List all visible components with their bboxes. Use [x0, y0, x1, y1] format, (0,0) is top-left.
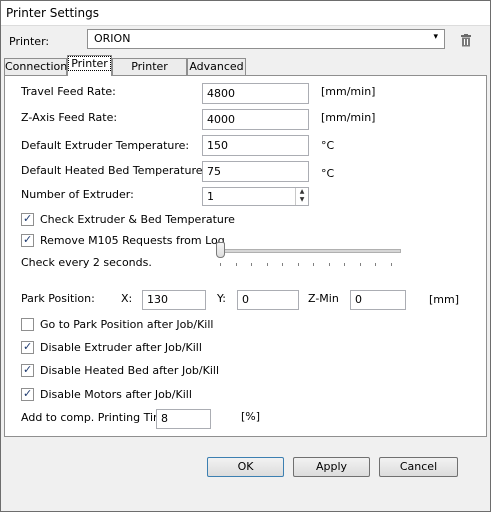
spin-down-icon[interactable]: ▼ [296, 196, 308, 204]
tab-connection[interactable]: Connection [4, 58, 67, 76]
park-after-job-checkbox[interactable] [21, 318, 34, 331]
disable-bed-checkbox[interactable]: ✓ [21, 363, 34, 377]
comp-time-label: Add to comp. Printing Time [21, 411, 171, 424]
disable-extruder-checkbox[interactable]: ✓ [21, 340, 34, 354]
travel-feed-rate-label: Travel Feed Rate: [21, 85, 116, 98]
slider-tick [297, 263, 299, 266]
check-interval-label: Check every 2 seconds. [21, 256, 152, 269]
title-bar: Printer Settings [1, 1, 490, 26]
remove-m105-checkbox[interactable]: ✓ [21, 233, 34, 247]
num-extruders-spinner: ▲ ▼ [295, 188, 308, 205]
z-axis-feed-rate-value: 4000 [207, 113, 235, 126]
comp-time-value: 8 [161, 412, 168, 425]
cancel-button[interactable]: Cancel [379, 457, 458, 477]
extruder-temp-value: 150 [207, 139, 228, 152]
park-z-input[interactable]: 0 [350, 290, 406, 310]
apply-button[interactable]: Apply [293, 457, 370, 477]
park-position-label: Park Position: [21, 292, 95, 305]
extruder-temp-input[interactable]: 150 [202, 135, 309, 156]
park-x-value: 130 [147, 293, 168, 306]
num-extruders-label: Number of Extruder: [21, 188, 134, 201]
check-temp-checkbox[interactable]: ✓ [21, 212, 34, 226]
disable-bed-label: Disable Heated Bed after Job/Kill [40, 364, 219, 377]
check-icon: ✓ [23, 212, 33, 225]
disable-motors-checkbox[interactable]: ✓ [21, 387, 34, 401]
window-title: Printer Settings [6, 6, 99, 20]
check-temp-label: Check Extruder & Bed Temperature [40, 213, 235, 226]
spin-up-icon[interactable]: ▲ [296, 188, 308, 196]
park-z-value: 0 [355, 293, 362, 306]
extruder-temp-unit: °C [321, 139, 335, 152]
printer-settings-window: Printer Settings Printer: ORION ▾ Connec… [0, 0, 491, 512]
check-icon: ✓ [23, 363, 33, 376]
bed-temp-value: 75 [207, 165, 221, 178]
comp-time-input[interactable]: 8 [156, 409, 211, 429]
slider-tick [251, 263, 252, 266]
park-y-input[interactable]: 0 [237, 290, 299, 310]
num-extruders-value: 1 [207, 190, 214, 203]
park-z-label: Z-Min [308, 292, 339, 305]
z-axis-feed-rate-unit: [mm/min] [321, 111, 376, 124]
remove-m105-label: Remove M105 Requests from Log [40, 234, 225, 247]
slider-tick [328, 263, 330, 266]
comp-time-unit: [%] [241, 410, 261, 423]
slider-tick [313, 263, 314, 266]
printer-label: Printer: [9, 35, 50, 48]
park-unit: [mm] [429, 293, 460, 306]
slider-tick [375, 263, 376, 266]
park-x-input[interactable]: 130 [142, 290, 206, 310]
tab-advanced[interactable]: Advanced [187, 58, 246, 76]
slider-tick [282, 263, 283, 266]
slider-tick [235, 263, 237, 266]
disable-motors-label: Disable Motors after Job/Kill [40, 388, 192, 401]
travel-feed-rate-input[interactable]: 4800 [202, 83, 309, 104]
slider-tick [390, 263, 392, 266]
printer-select-value: ORION [94, 32, 131, 45]
park-x-label: X: [121, 292, 133, 305]
check-interval-slider-track [216, 249, 401, 253]
check-icon: ✓ [23, 233, 33, 246]
tab-printer-shape[interactable]: Printer Shape [112, 58, 187, 89]
bed-temp-unit: °C [321, 167, 335, 180]
z-axis-feed-rate-input[interactable]: 4000 [202, 109, 309, 130]
num-extruders-stepper[interactable]: 1 ▲ ▼ [202, 187, 309, 206]
tab-printer[interactable]: Printer [67, 55, 112, 76]
travel-feed-rate-unit: [mm/min] [321, 85, 376, 98]
park-y-label: Y: [217, 292, 226, 305]
slider-tick [220, 263, 221, 266]
chevron-down-icon: ▾ [433, 32, 438, 42]
tab-printer-label: Printer [68, 56, 111, 71]
check-icon: ✓ [23, 340, 33, 353]
trash-icon[interactable] [460, 34, 472, 50]
printer-select[interactable]: ORION ▾ [87, 29, 445, 49]
z-axis-feed-rate-label: Z-Axis Feed Rate: [21, 111, 118, 124]
ok-button[interactable]: OK [207, 457, 284, 477]
slider-tick [266, 263, 268, 266]
park-y-value: 0 [242, 293, 249, 306]
travel-feed-rate-value: 4800 [207, 87, 235, 100]
slider-tick [344, 263, 345, 266]
check-interval-slider-thumb[interactable] [216, 242, 225, 258]
extruder-temp-label: Default Extruder Temperature: [21, 139, 190, 152]
check-icon: ✓ [23, 387, 33, 400]
slider-tick [359, 263, 361, 266]
park-after-job-label: Go to Park Position after Job/Kill [40, 318, 214, 331]
disable-extruder-label: Disable Extruder after Job/Kill [40, 341, 202, 354]
bed-temp-label: Default Heated Bed Temperature: [21, 164, 207, 177]
bed-temp-input[interactable]: 75 [202, 161, 309, 182]
